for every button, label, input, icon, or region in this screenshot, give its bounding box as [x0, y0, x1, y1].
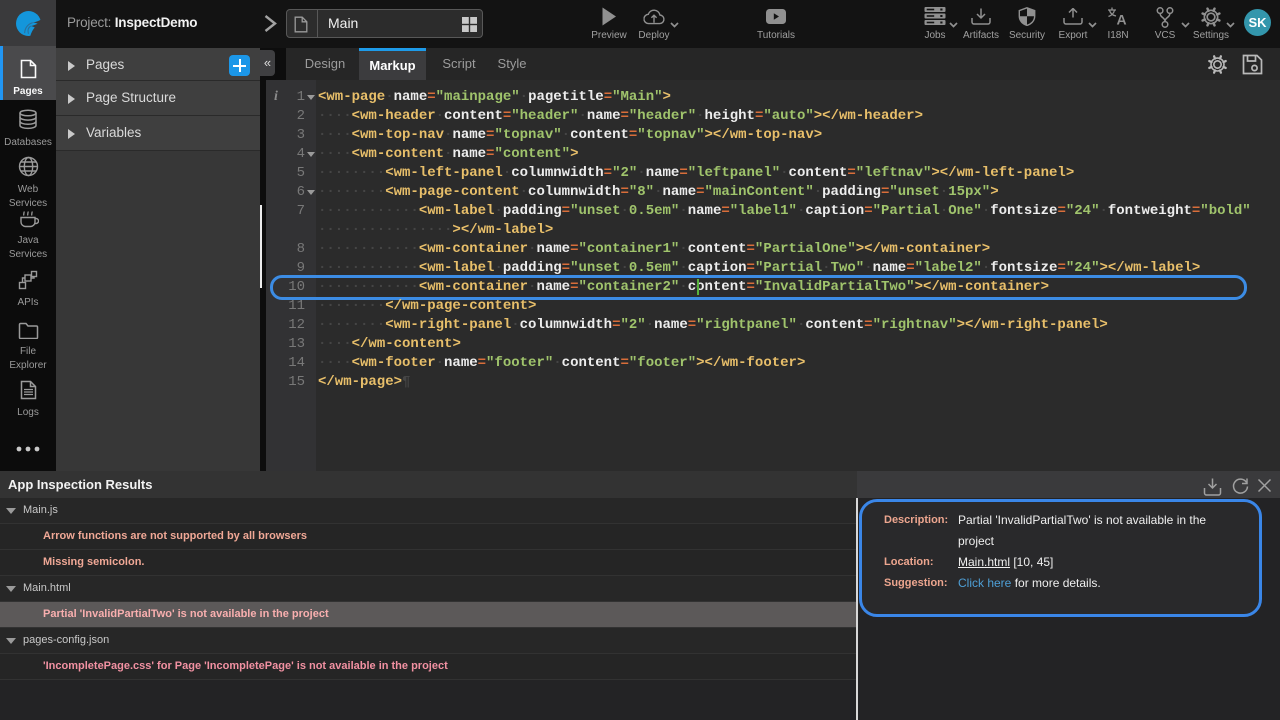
svg-text:A: A	[1117, 12, 1127, 27]
